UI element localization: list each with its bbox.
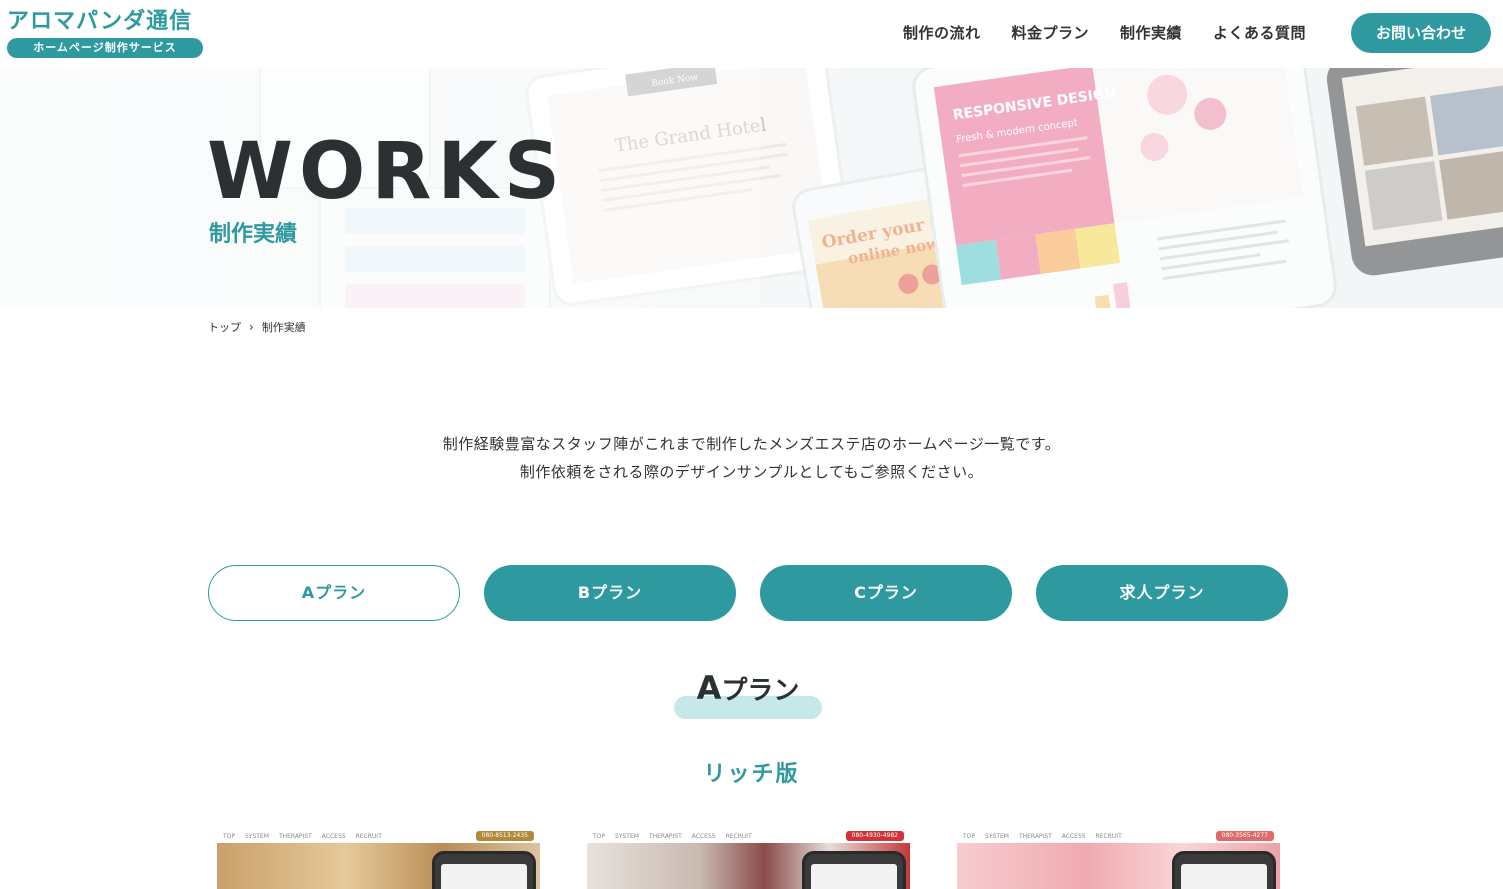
site-logo[interactable]: アロマパンダ通信 ホームページ制作サービス xyxy=(7,8,205,58)
nav-link-works[interactable]: 制作実績 xyxy=(1120,22,1182,43)
works-grid: TOP SYSTEM THERAPIST ACCESS RECRUIT 080-… xyxy=(217,829,1287,889)
nav-link-pricing[interactable]: 料金プラン xyxy=(1011,22,1089,43)
thumbnail-tel: 080-3565-4277 xyxy=(1215,831,1274,841)
intro-line-2: 制作依頼をされる際のデザインサンプルとしてもご参照ください。 xyxy=(519,463,984,481)
intro-line-1: 制作経験豊富なスタッフ陣がこれまで制作したメンズエステ店のホームページ一覧です。 xyxy=(442,435,1061,453)
intro-text: 制作経験豊富なスタッフ陣がこれまで制作したメンズエステ店のホームページ一覧です。… xyxy=(0,430,1503,486)
nav-link-flow[interactable]: 制作の流れ xyxy=(903,22,981,43)
thumbnail-nav-item: SYSTEM xyxy=(615,832,639,840)
thumbnail-nav-item: TOP xyxy=(593,832,606,840)
thumbnail-nav-item: RECRUIT xyxy=(355,832,382,840)
thumbnail-tel: 080-8513-2435 xyxy=(475,831,534,841)
breadcrumb-home-link[interactable]: トップ xyxy=(208,319,241,335)
phone-mockup xyxy=(432,851,536,889)
thumbnail-nav-item: RECRUIT xyxy=(1095,832,1122,840)
thumbnail-tel: 080-4930-4982 xyxy=(845,831,904,841)
subsection-title: リッチ版 xyxy=(703,762,800,787)
work-thumbnail[interactable]: TOP SYSTEM THERAPIST ACCESS RECRUIT 080-… xyxy=(217,829,540,889)
breadcrumb: トップ › 制作実績 xyxy=(208,319,306,335)
thumbnail-nav-item: TOP xyxy=(223,832,236,840)
section-heading: Aプラン xyxy=(674,668,822,720)
plan-tabs: Aプラン Bプラン Cプラン 求人プラン xyxy=(208,565,1288,621)
thumbnail-nav-item: THERAPIST xyxy=(278,832,312,840)
thumbnail-nav-item: ACCESS xyxy=(321,832,346,840)
hero-title: WORKS xyxy=(207,127,567,217)
thumbnail-nav-item: THERAPIST xyxy=(648,832,682,840)
site-header: アロマパンダ通信 ホームページ制作サービス 制作の流れ 料金プラン 制作実績 よ… xyxy=(0,0,1503,68)
logo-title: アロマパンダ通信 xyxy=(7,9,193,34)
thumbnail-nav-item: ACCESS xyxy=(1061,832,1086,840)
section-title-letter: A xyxy=(696,669,722,707)
nav-link-faq[interactable]: よくある質問 xyxy=(1213,22,1306,43)
hero-subtitle: 制作実績 xyxy=(209,222,298,247)
main-nav: 制作の流れ 料金プラン 制作実績 よくある質問 xyxy=(903,22,1306,43)
thumbnail-nav-item: RECRUIT xyxy=(725,832,752,840)
thumbnail-nav-item: THERAPIST xyxy=(1018,832,1052,840)
contact-button[interactable]: お問い合わせ xyxy=(1351,13,1491,53)
tab-b-plan[interactable]: Bプラン xyxy=(484,565,736,621)
thumbnail-nav: TOP SYSTEM THERAPIST ACCESS RECRUIT 080-… xyxy=(217,829,540,843)
tab-c-plan[interactable]: Cプラン xyxy=(760,565,1012,621)
chevron-right-icon: › xyxy=(249,320,254,334)
hero-banner: Book Now The Grand Hotel Order your food… xyxy=(0,68,1503,308)
section-title-rest: プラン xyxy=(721,676,800,706)
thumbnail-nav-item: ACCESS xyxy=(691,832,716,840)
thumbnail-nav-item: SYSTEM xyxy=(245,832,269,840)
phone-mockup xyxy=(1172,851,1276,889)
phone-mockup xyxy=(802,851,906,889)
tab-recruit-plan[interactable]: 求人プラン xyxy=(1036,565,1288,621)
thumbnail-nav: TOP SYSTEM THERAPIST ACCESS RECRUIT 080-… xyxy=(587,829,910,843)
breadcrumb-current: 制作実績 xyxy=(261,321,306,334)
thumbnail-nav-item: TOP xyxy=(963,832,976,840)
work-thumbnail[interactable]: TOP SYSTEM THERAPIST ACCESS RECRUIT 080-… xyxy=(587,829,910,889)
thumbnail-nav-item: SYSTEM xyxy=(985,832,1009,840)
logo-subtitle: ホームページ制作サービス xyxy=(7,38,203,58)
work-thumbnail[interactable]: TOP SYSTEM THERAPIST ACCESS RECRUIT 080-… xyxy=(957,829,1280,889)
section-title: Aプラン xyxy=(674,668,822,711)
tab-a-plan[interactable]: Aプラン xyxy=(208,565,460,621)
thumbnail-nav: TOP SYSTEM THERAPIST ACCESS RECRUIT 080-… xyxy=(957,829,1280,843)
